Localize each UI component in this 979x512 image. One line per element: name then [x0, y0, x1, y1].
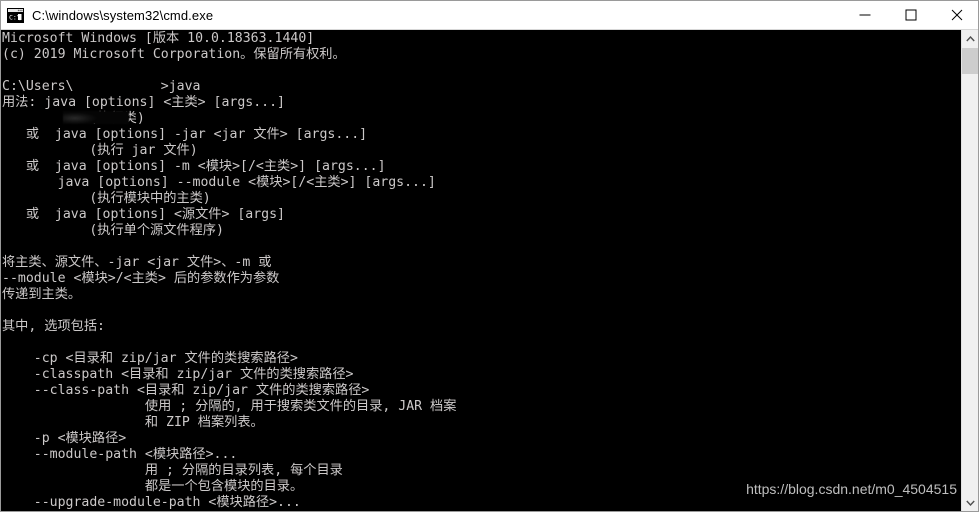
watermark-text: https://blog.csdn.net/m0_4504515 [746, 481, 957, 497]
console-output-area[interactable]: Microsoft Windows [版本 10.0.18363.1440] (… [1, 30, 963, 511]
close-button[interactable] [934, 1, 978, 30]
minimize-button[interactable] [842, 1, 888, 30]
cmd-console-icon: C:\ [7, 7, 24, 23]
chevron-up-icon[interactable] [962, 30, 978, 47]
chevron-down-icon[interactable] [962, 494, 978, 511]
scrollbar-thumb[interactable] [962, 48, 978, 74]
maximize-button[interactable] [888, 1, 934, 30]
title-bar[interactable]: C:\ C:\windows\system32\cmd.exe [1, 1, 978, 30]
window-title: C:\windows\system32\cmd.exe [32, 7, 214, 23]
vertical-scrollbar[interactable] [961, 30, 978, 511]
cmd-window: C:\ C:\windows\system32\cmd.exe Microsof… [0, 0, 979, 512]
console-text: Microsoft Windows [版本 10.0.18363.1440] (… [2, 31, 457, 510]
window-controls [842, 1, 978, 30]
